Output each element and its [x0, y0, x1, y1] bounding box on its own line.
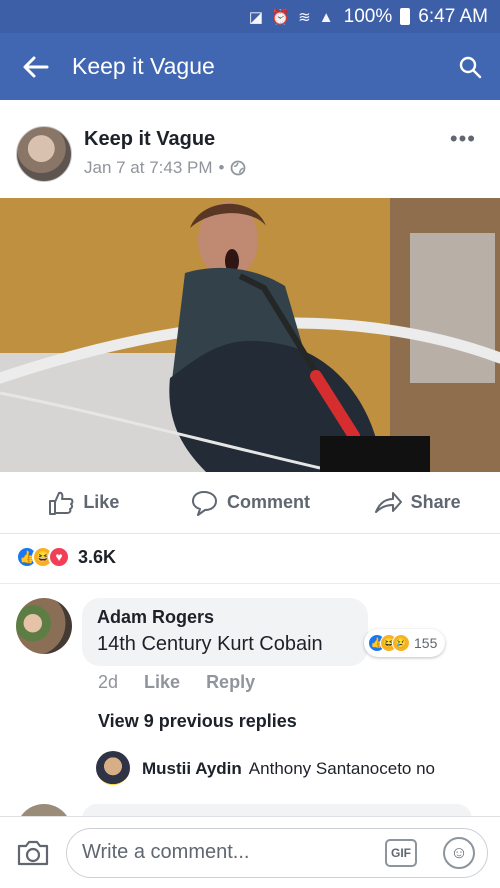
comment-author-avatar[interactable] [16, 598, 72, 654]
reply-author[interactable]: Mustii Aydin [142, 759, 242, 779]
reply-author-avatar[interactable] [96, 751, 130, 785]
camera-icon[interactable] [0, 839, 66, 867]
globe-icon [231, 160, 246, 176]
comment-actions: 2d Like Reply [98, 672, 255, 693]
share-button[interactable]: Share [333, 489, 500, 517]
comment-input[interactable]: Write a comment... GIF ☺ [66, 827, 488, 878]
thumbs-up-icon [49, 491, 74, 515]
comment-placeholder: Write a comment... [82, 841, 250, 863]
comment-text: 14th Century Kurt Cobain [97, 633, 323, 655]
comment-button[interactable]: Comment [167, 489, 334, 517]
clock: 6:47 AM [418, 5, 488, 27]
love-reaction-icon: ♥ [48, 546, 70, 568]
post-meta: Jan 7 at 7:43 PM • [84, 158, 246, 178]
comment-icon [192, 490, 217, 516]
search-icon[interactable] [440, 55, 500, 79]
page-title: Keep it Vague [72, 53, 215, 79]
comment-label: Comment [227, 492, 311, 512]
share-icon [374, 491, 402, 513]
gif-button[interactable]: GIF [385, 838, 417, 867]
comment-like-link[interactable]: Like [144, 672, 180, 693]
comment-composer: Write a comment... GIF ☺ [0, 816, 500, 888]
reaction-count: 3.6K [78, 546, 117, 567]
page-avatar[interactable] [16, 126, 72, 182]
comment-reaction-count: 155 [414, 635, 438, 651]
reaction-summary[interactable]: 👍 😆 ♥ 3.6K [16, 546, 116, 568]
post-actions-bar: Like Comment Share [0, 472, 500, 534]
post-timestamp[interactable]: Jan 7 at 7:43 PM [84, 158, 213, 178]
post-header: Keep it Vague Jan 7 at 7:43 PM • ••• [0, 118, 500, 198]
battery-icon [400, 8, 411, 25]
battery-level: 100% [343, 5, 393, 27]
more-options-icon[interactable]: ••• [450, 126, 476, 152]
like-button[interactable]: Like [0, 489, 167, 517]
app-header: Keep it Vague [0, 33, 500, 100]
photo-placeholder [0, 198, 500, 472]
back-arrow-icon[interactable] [0, 56, 72, 78]
like-label: Like [83, 492, 120, 512]
post-photo[interactable] [0, 198, 500, 472]
emoji-icon[interactable]: ☺ [443, 836, 475, 869]
comment-age: 2d [98, 672, 119, 692]
comment-sad-reaction-icon: 😢 [392, 634, 410, 652]
reply-preview[interactable]: Mustii Aydin Anthony Santanoceto no [142, 759, 435, 779]
comment-reactions[interactable]: 👍 😆 😢 155 [364, 629, 446, 657]
status-icons: ◪ ⏰ ≋ ▲ [248, 8, 336, 26]
status-bar: ◪ ⏰ ≋ ▲ 100% 6:47 AM [0, 0, 500, 33]
comment-reply-link[interactable]: Reply [206, 672, 255, 693]
divider [0, 583, 500, 584]
reply-text: Anthony Santanoceto no [248, 759, 435, 778]
separator: • [218, 158, 225, 177]
share-label: Share [410, 492, 461, 512]
post-page-name[interactable]: Keep it Vague [84, 128, 215, 151]
view-previous-replies[interactable]: View 9 previous replies [98, 711, 297, 732]
comment-author[interactable]: Adam Rogers [97, 607, 353, 628]
comment-bubble[interactable]: Adam Rogers 14th Century Kurt Cobain [82, 598, 368, 666]
